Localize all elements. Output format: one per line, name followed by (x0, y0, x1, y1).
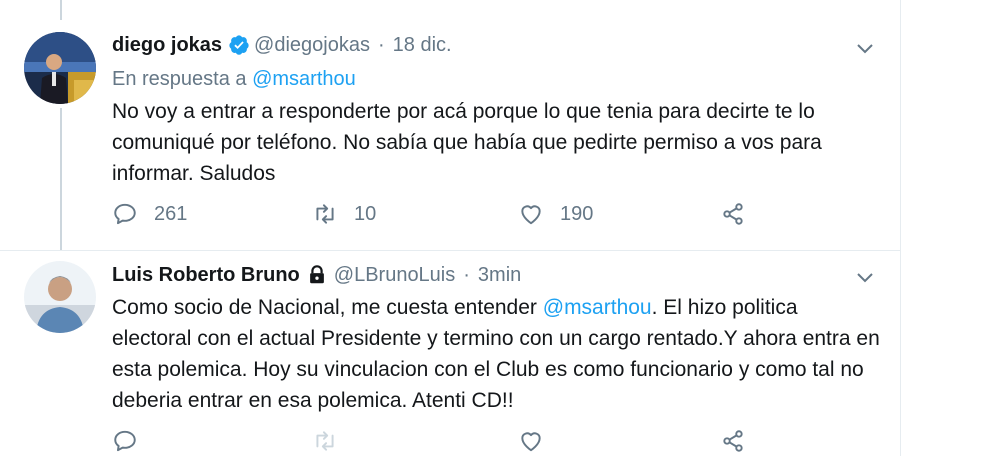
avatar[interactable] (24, 32, 96, 104)
reply-icon (114, 203, 136, 225)
verified-badge-icon (229, 35, 249, 55)
author-name[interactable]: diego jokas (112, 33, 222, 57)
tweet-actions (112, 427, 772, 455)
tweet-text: Como socio de Nacional, me cuesta entend… (112, 292, 882, 416)
like-button[interactable] (518, 427, 544, 455)
reply-to-link[interactable]: @msarthou (252, 68, 356, 90)
timestamp[interactable]: 3min (478, 263, 521, 287)
share-button[interactable] (720, 427, 746, 455)
reply-count: 261 (154, 202, 188, 225)
reply-context: En respuesta a @msarthou (112, 67, 356, 91)
chevron-down-icon[interactable] (855, 267, 875, 287)
tweet-text-part: Como socio de Nacional, me cuesta entend… (112, 296, 543, 319)
tweet-header: diego jokas @diegojokas · 18 dic. (112, 33, 452, 57)
like-icon (521, 432, 541, 452)
mention-link[interactable]: @msarthou (543, 296, 652, 319)
retweet-count: 10 (354, 202, 377, 225)
reply-prefix: En respuesta a (112, 68, 247, 90)
reply-button[interactable] (112, 427, 138, 455)
tweet[interactable]: diego jokas @diegojokas · 18 dic. En res… (0, 0, 900, 251)
author-handle[interactable]: @diegojokas (254, 33, 370, 57)
share-icon (723, 203, 743, 225)
tweet[interactable]: Luis Roberto Bruno @LBrunoLuis · 3min Co… (0, 251, 900, 456)
avatar-image (24, 261, 96, 333)
tweet-actions: 261 10 190 (112, 200, 772, 228)
avatar[interactable] (24, 261, 96, 333)
retweet-icon (316, 431, 334, 451)
timestamp[interactable]: 18 dic. (393, 33, 452, 57)
reply-icon (114, 430, 136, 452)
like-icon (521, 205, 541, 225)
retweet-button (312, 427, 338, 455)
author-name[interactable]: Luis Roberto Bruno (112, 263, 300, 287)
timeline: diego jokas @diegojokas · 18 dic. En res… (0, 0, 901, 456)
share-button[interactable] (720, 200, 746, 228)
avatar-image (24, 32, 96, 104)
lock-icon (309, 265, 324, 284)
tweet-header: Luis Roberto Bruno @LBrunoLuis · 3min (112, 263, 521, 287)
retweet-button[interactable]: 10 (312, 200, 376, 228)
author-handle[interactable]: @LBrunoLuis (334, 263, 455, 287)
retweet-icon (316, 204, 334, 224)
reply-button[interactable]: 261 (112, 200, 187, 228)
chevron-down-icon[interactable] (855, 38, 875, 58)
share-icon (723, 430, 743, 452)
separator-dot: · (463, 264, 470, 286)
tweet-text: No voy a entrar a responderte por acá po… (112, 100, 822, 185)
like-button[interactable]: 190 (518, 200, 593, 228)
like-count: 190 (560, 202, 594, 225)
separator-dot: · (377, 34, 385, 56)
